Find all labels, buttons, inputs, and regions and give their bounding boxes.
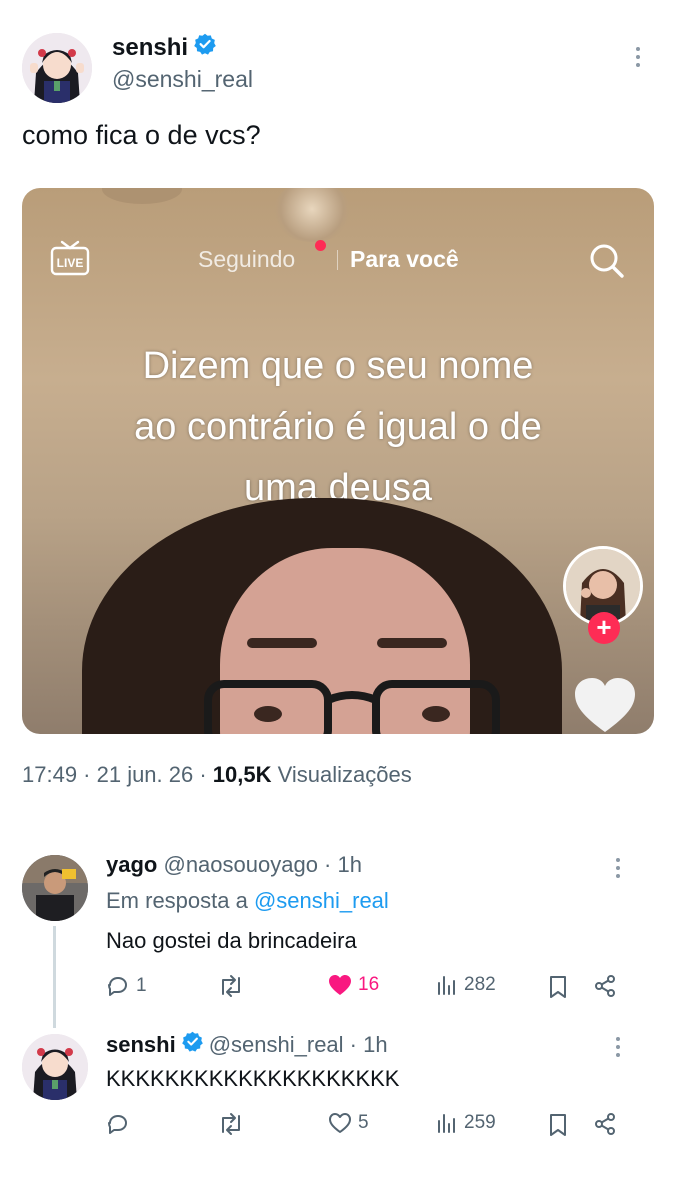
views-label: Visualizações <box>271 762 412 787</box>
reply-header: senshi @senshi_real · 1h <box>106 1031 388 1058</box>
heart-outline-icon <box>329 1113 351 1133</box>
video-like-icon[interactable] <box>573 676 637 734</box>
views-count: 282 <box>464 974 496 995</box>
tab-foryou[interactable]: Para você <box>350 246 459 273</box>
repost-icon <box>222 1113 240 1135</box>
video-caption: Dizem que o seu nome ao contrário é igua… <box>22 336 654 519</box>
media-video[interactable]: LIVE Seguindo Para você Dizem que o seu … <box>22 188 654 734</box>
reply-action[interactable]: 1 <box>106 974 147 998</box>
more-options-icon[interactable] <box>635 47 641 67</box>
analytics-icon <box>438 976 455 995</box>
reply-context-handle[interactable]: @senshi_real <box>254 888 389 913</box>
author-handle[interactable]: @senshi_real <box>112 66 253 93</box>
reply-context-prefix: Em resposta a <box>106 888 254 913</box>
like-count: 5 <box>358 1112 369 1133</box>
reply-time[interactable]: · 1h <box>318 852 362 877</box>
reply-context: Em resposta a @senshi_real <box>106 888 389 914</box>
live-label: LIVE <box>57 256 84 270</box>
live-icon[interactable]: LIVE <box>50 240 90 276</box>
author-avatar[interactable] <box>22 33 92 103</box>
follow-plus-button[interactable]: + <box>588 612 620 644</box>
view-count: 10,5K <box>212 762 272 787</box>
views-count: 259 <box>464 1112 496 1133</box>
search-icon[interactable] <box>588 242 626 285</box>
like-action[interactable]: 5 <box>328 1112 369 1134</box>
notification-dot <box>315 240 326 251</box>
ceiling-lamp-left <box>102 188 182 204</box>
person-glasses <box>202 678 502 734</box>
reply-more-options-icon[interactable] <box>615 1037 621 1057</box>
verified-badge-icon <box>181 1031 203 1058</box>
caption-line: ao contrário é igual o de <box>134 406 542 448</box>
reply-avatar[interactable] <box>22 1034 88 1100</box>
verified-badge-icon <box>194 33 216 62</box>
reply-text: KKKKKKKKKKKKKKKKKKKK <box>106 1066 400 1091</box>
reply-icon <box>108 1115 127 1134</box>
reply-action[interactable] <box>106 1112 136 1136</box>
analytics-icon <box>438 1114 455 1133</box>
repost-action[interactable] <box>217 974 245 998</box>
reply-header: yago @naosouoyago · 1h <box>106 852 362 878</box>
reply-icon <box>108 977 127 996</box>
repost-icon <box>222 975 240 997</box>
reply-author-name[interactable]: senshi <box>106 1032 176 1058</box>
views-action[interactable]: 282 <box>436 974 496 996</box>
like-action[interactable]: 16 <box>328 974 379 996</box>
reply-author-handle[interactable]: @naosouoyago <box>163 852 317 877</box>
share-icon[interactable] <box>593 1112 617 1141</box>
repost-action[interactable] <box>217 1112 245 1136</box>
reply-time[interactable]: · 1h <box>344 1032 388 1057</box>
reply-more-options-icon[interactable] <box>615 858 621 878</box>
like-count: 16 <box>358 974 380 995</box>
views-action[interactable]: 259 <box>436 1112 496 1134</box>
bookmark-icon[interactable] <box>548 975 568 1004</box>
reply-text: Nao gostei da brincadeira <box>106 928 357 953</box>
caption-line: Dizem que o seu nome <box>142 345 534 387</box>
author-name[interactable]: senshi <box>112 34 188 62</box>
bookmark-icon[interactable] <box>548 1113 568 1142</box>
ceiling-lamp <box>272 188 352 242</box>
thread-line <box>53 926 56 1028</box>
tweet-text: como fica o de vcs? <box>22 120 261 150</box>
tweet-timestamp[interactable]: 17:49 · 21 jun. 26 · <box>22 762 213 787</box>
heart-filled-icon <box>329 975 351 995</box>
tab-divider <box>337 250 338 270</box>
reply-count: 1 <box>136 975 147 996</box>
tweet-meta: 17:49 · 21 jun. 26 · 10,5K Visualizações <box>22 762 412 788</box>
reply-author-name[interactable]: yago <box>106 852 157 877</box>
tab-following[interactable]: Seguindo <box>198 246 295 273</box>
reply-avatar[interactable] <box>22 855 88 921</box>
reply-author-handle[interactable]: @senshi_real <box>209 1032 344 1057</box>
person-eyebrows <box>247 638 447 652</box>
share-icon[interactable] <box>593 974 617 1003</box>
